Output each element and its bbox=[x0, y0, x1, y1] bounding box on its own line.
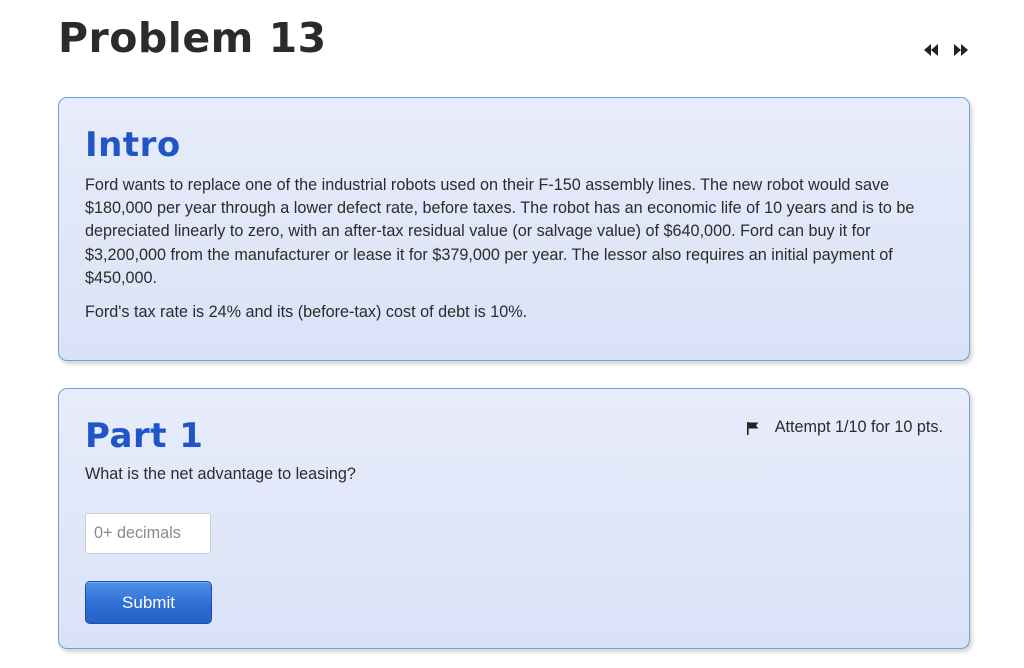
attempt-info: Attempt 1/10 for 10 pts. bbox=[746, 418, 943, 437]
attempt-text: Attempt 1/10 for 10 pts. bbox=[774, 418, 943, 436]
intro-card: Intro Ford wants to replace one of the i… bbox=[58, 97, 970, 361]
intro-heading: Intro bbox=[85, 125, 181, 165]
problem-navigation bbox=[922, 41, 970, 59]
page-title: Problem 13 bbox=[58, 14, 327, 62]
question-text: What is the net advantage to leasing? bbox=[85, 465, 356, 483]
intro-paragraph: Ford wants to replace one of the industr… bbox=[85, 176, 915, 287]
double-right-arrow-icon bbox=[954, 44, 968, 56]
submit-button[interactable]: Submit bbox=[85, 581, 212, 624]
intro-paragraph: Ford's tax rate is 24% and its (before-t… bbox=[85, 303, 528, 322]
page: Problem 13 Intro Ford wants to replace o… bbox=[0, 0, 1024, 668]
intro-body: Ford wants to replace one of the industr… bbox=[85, 174, 955, 335]
next-problem-button[interactable] bbox=[952, 41, 970, 59]
flag-icon[interactable] bbox=[746, 421, 759, 435]
part-heading: Part 1 bbox=[85, 416, 204, 456]
double-left-arrow-icon bbox=[924, 44, 938, 56]
previous-problem-button[interactable] bbox=[922, 41, 940, 59]
part-1-card: Part 1 Attempt 1/10 for 10 pts. What is … bbox=[58, 388, 970, 649]
answer-input[interactable] bbox=[85, 513, 211, 554]
